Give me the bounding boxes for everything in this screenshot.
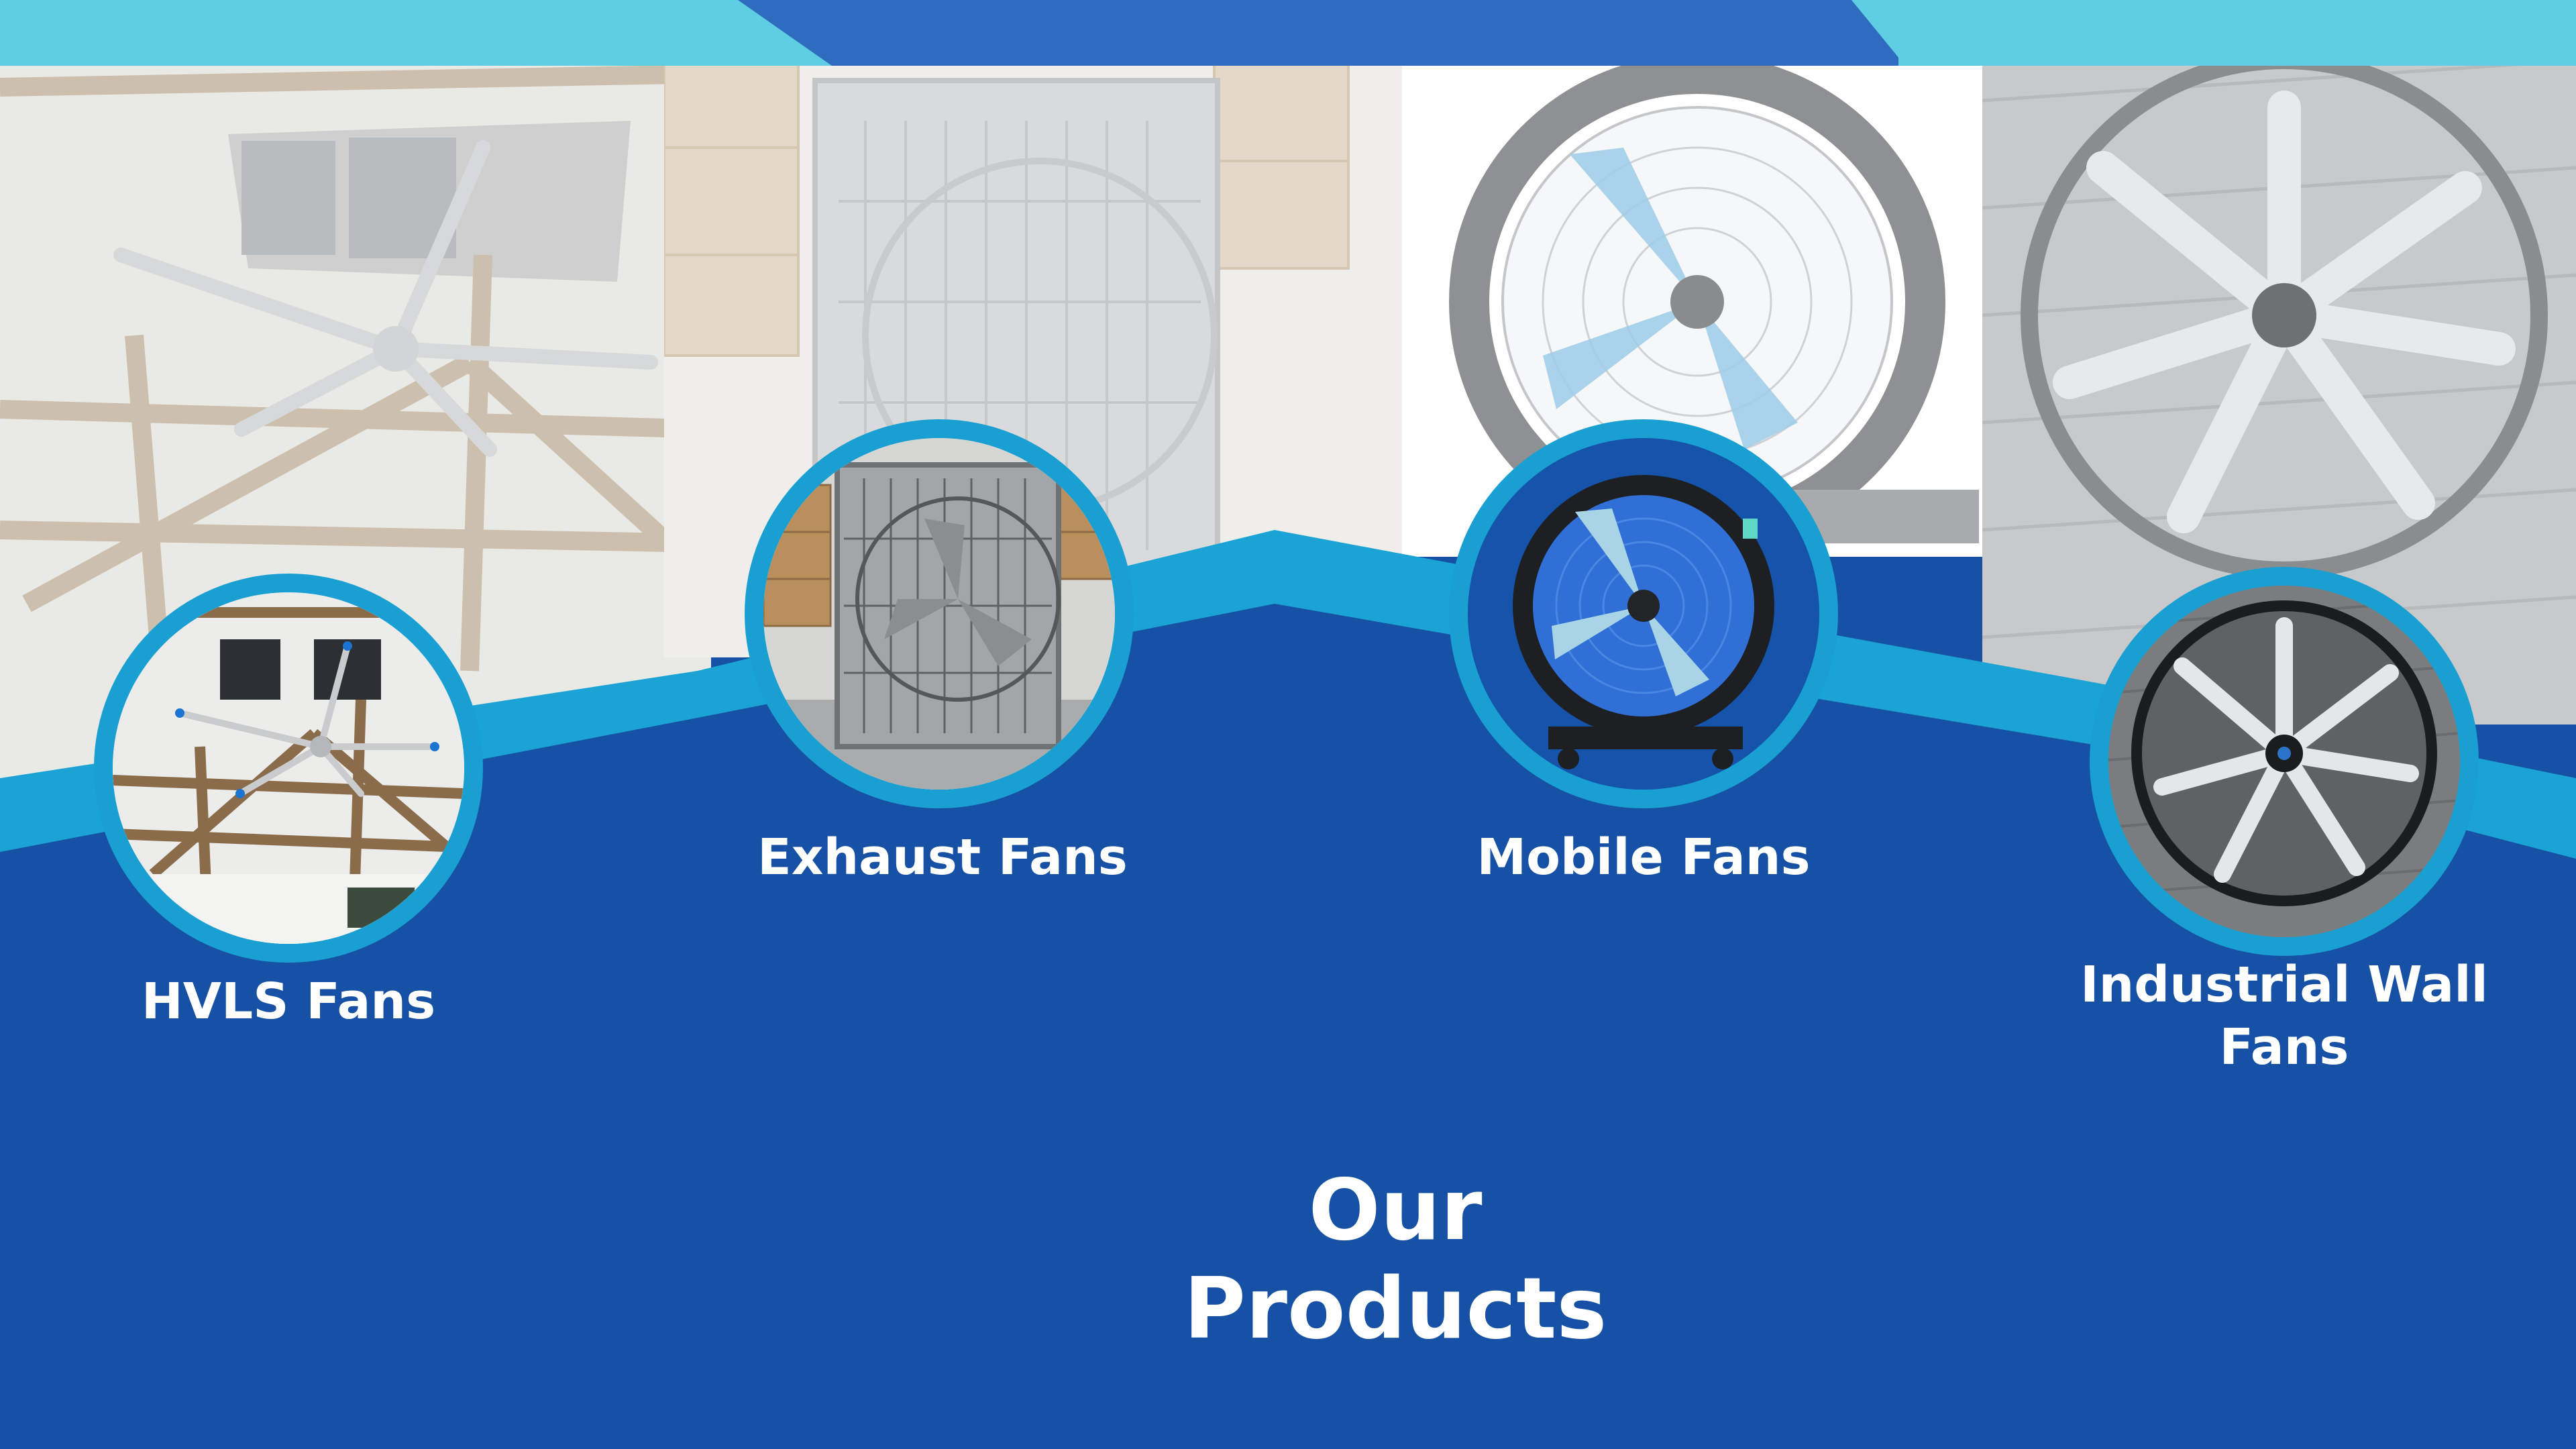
industrial-wall-fans-label-line2: Fans — [2219, 1018, 2349, 1076]
exhaust-fans-label: Exhaust Fans — [757, 828, 1128, 886]
mobile-fans-label: Mobile Fans — [1477, 828, 1811, 886]
exhaust-fan-photo — [763, 438, 1115, 790]
mobile-fan-photo — [1468, 438, 1819, 790]
hvls-fan-photo — [113, 592, 464, 944]
mobile-fans-circle[interactable] — [1449, 419, 1838, 808]
industrial-wall-fans-label-line1: Industrial Wall — [2080, 956, 2488, 1014]
hvls-fans-circle[interactable] — [94, 574, 483, 963]
exhaust-fans-circle[interactable] — [745, 419, 1134, 808]
industrial-wall-fan-photo — [2108, 586, 2460, 937]
hvls-fans-label: HVLS Fans — [141, 973, 436, 1030]
industrial-wall-fans-circle[interactable] — [2090, 567, 2479, 956]
page-title: Our Products — [1183, 1161, 1607, 1358]
